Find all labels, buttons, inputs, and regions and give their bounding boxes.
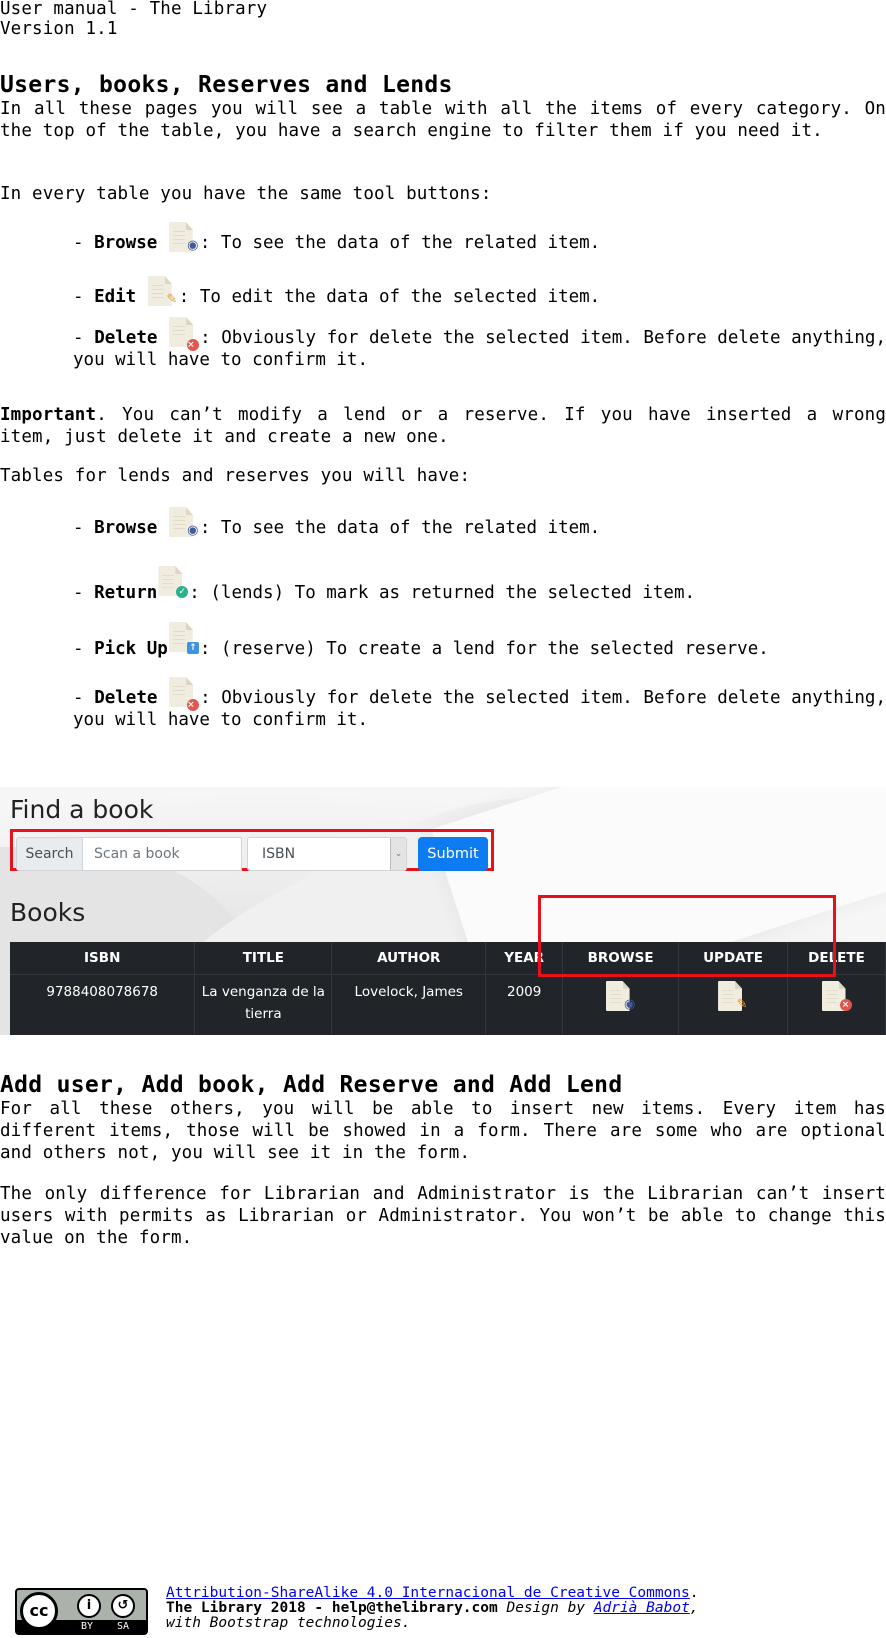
tool-label: Return: [94, 583, 158, 603]
tool-label: Browse: [94, 233, 158, 253]
chevron-down-icon: ⌄: [390, 838, 406, 870]
tool-label: Browse: [94, 518, 158, 538]
cc-by-sa-badge[interactable]: cc i ↺ BY SA: [15, 1588, 148, 1635]
section-heading-tables: Users, books, Reserves and Lends: [0, 72, 453, 98]
cc-icon: cc: [20, 1592, 58, 1630]
submit-button[interactable]: Submit: [418, 837, 488, 871]
tool-label: Delete: [94, 688, 158, 708]
lend-tool-pickup: - Pick Up ↑: (reserve) To create a lend f…: [73, 622, 886, 660]
search-field-select[interactable]: ISBN ⌄: [247, 837, 407, 871]
update-button[interactable]: ✎: [718, 981, 748, 1013]
cell-author: Lovelock, James: [331, 974, 487, 1035]
document-eye-icon: ◉: [168, 222, 199, 254]
intro-paragraph: In all these pages you will see a table …: [0, 99, 886, 141]
important-label: Important: [0, 405, 97, 425]
tool-desc: : (reserve) To create a lend for the sel…: [199, 639, 769, 659]
document-eye-icon: ◉: [168, 507, 199, 539]
lends-intro: Tables for lends and reserves you will h…: [0, 466, 471, 486]
cell-title: La venganza de la tierra: [194, 974, 333, 1035]
books-table: ISBN TITLE AUTHOR YEAR BROWSE UPDATE DEL…: [10, 942, 886, 1035]
lend-tool-delete: - Delete ×: Obviously for delete the sel…: [73, 677, 886, 731]
by-icon: i: [77, 1594, 101, 1618]
cell-year: 2009: [485, 974, 564, 1035]
table-row: 9788408078678 La venganza de la tierra L…: [10, 974, 886, 1035]
column-header[interactable]: YEAR: [485, 942, 564, 975]
footer: cc i ↺ BY SA Attribution-ShareAlike 4.0 …: [0, 1585, 886, 1638]
design-by-text: Design by: [497, 1600, 594, 1616]
tool-label: Pick Up: [94, 639, 168, 659]
tool-item-delete: - Delete ×: Obviously for delete the sel…: [73, 317, 886, 371]
document-upload-icon: ↑: [168, 622, 199, 660]
tool-desc: : To edit the data of the selected item.: [178, 287, 601, 307]
pencil-icon: ✎: [736, 997, 748, 1012]
license-link[interactable]: Attribution-ShareAlike 4.0 Internacional…: [166, 1585, 690, 1601]
important-note: Important. You can’t modify a lend or a …: [0, 404, 886, 448]
column-header: UPDATE: [678, 942, 789, 975]
column-header: DELETE: [787, 942, 886, 975]
select-value: ISBN: [262, 846, 296, 862]
tool-label: Delete: [94, 328, 158, 348]
eye-icon: ◉: [623, 997, 636, 1012]
column-header: BROWSE: [562, 942, 680, 975]
sa-icon: ↺: [111, 1594, 135, 1618]
tool-item-browse: - Browse ◉: To see the data of the relat…: [73, 222, 886, 254]
books-page-screenshot: Find a book Search ISBN ⌄ Submit Books I…: [0, 787, 886, 1035]
document-pencil-icon: ✎: [147, 276, 178, 308]
document-delete-icon: ×: [169, 677, 200, 711]
lend-tool-browse: - Browse ◉: To see the data of the relat…: [73, 507, 886, 539]
sa-label: SA: [117, 1621, 130, 1632]
tool-item-edit: - Edit ✎: To edit the data of the select…: [73, 276, 886, 308]
tools-intro: In every table you have the same tool bu…: [0, 184, 492, 204]
by-label: BY: [81, 1621, 94, 1632]
doc-version: Version 1.1: [0, 19, 118, 39]
delete-button[interactable]: ×: [821, 981, 852, 1013]
search-label: Search: [16, 837, 83, 871]
add-paragraph-2: The only difference for Librarian and Ad…: [0, 1184, 886, 1248]
important-text: . You can’t modify a lend or a reserve. …: [0, 405, 886, 447]
author-link[interactable]: Adrià Babot: [594, 1600, 690, 1616]
tool-desc: : (lends) To mark as returned the select…: [189, 583, 696, 603]
tool-desc: : To see the data of the related item.: [199, 518, 601, 538]
search-form-highlight: Search ISBN ⌄ Submit: [10, 829, 494, 871]
doc-title: User manual - The Library: [0, 0, 268, 19]
add-paragraph-1: For all these others, you will be able t…: [0, 1099, 886, 1163]
tool-desc: : To see the data of the related item.: [199, 233, 601, 253]
cell-browse: ◉: [562, 974, 680, 1035]
column-header[interactable]: TITLE: [194, 942, 333, 975]
document-check-icon: ✓: [158, 566, 189, 604]
books-title: Books: [10, 898, 86, 927]
search-input[interactable]: [82, 837, 242, 871]
document-delete-icon: ×: [169, 317, 200, 351]
lend-tool-return: - Return ✓: (lends) To mark as returned t…: [73, 566, 886, 604]
author-suffix: ,: [689, 1600, 699, 1616]
cell-isbn: 9788408078678: [10, 974, 196, 1035]
column-header[interactable]: ISBN: [10, 942, 196, 975]
section-heading-add: Add user, Add book, Add Reserve and Add …: [0, 1072, 623, 1098]
browse-button[interactable]: ◉: [605, 981, 636, 1013]
tech-text: with Bootstrap technologies.: [166, 1615, 411, 1631]
find-book-title: Find a book: [10, 795, 154, 824]
license-suffix: .: [689, 1585, 699, 1601]
tool-label: Edit: [94, 287, 137, 307]
delete-x-icon: ×: [839, 999, 852, 1011]
column-header[interactable]: AUTHOR: [331, 942, 487, 975]
copyright-text: The Library 2018 - help@thelibrary.com: [166, 1600, 498, 1616]
cell-update: ✎: [678, 974, 789, 1035]
table-header-row: ISBN TITLE AUTHOR YEAR BROWSE UPDATE DEL…: [10, 942, 886, 975]
cell-delete: ×: [787, 974, 886, 1035]
